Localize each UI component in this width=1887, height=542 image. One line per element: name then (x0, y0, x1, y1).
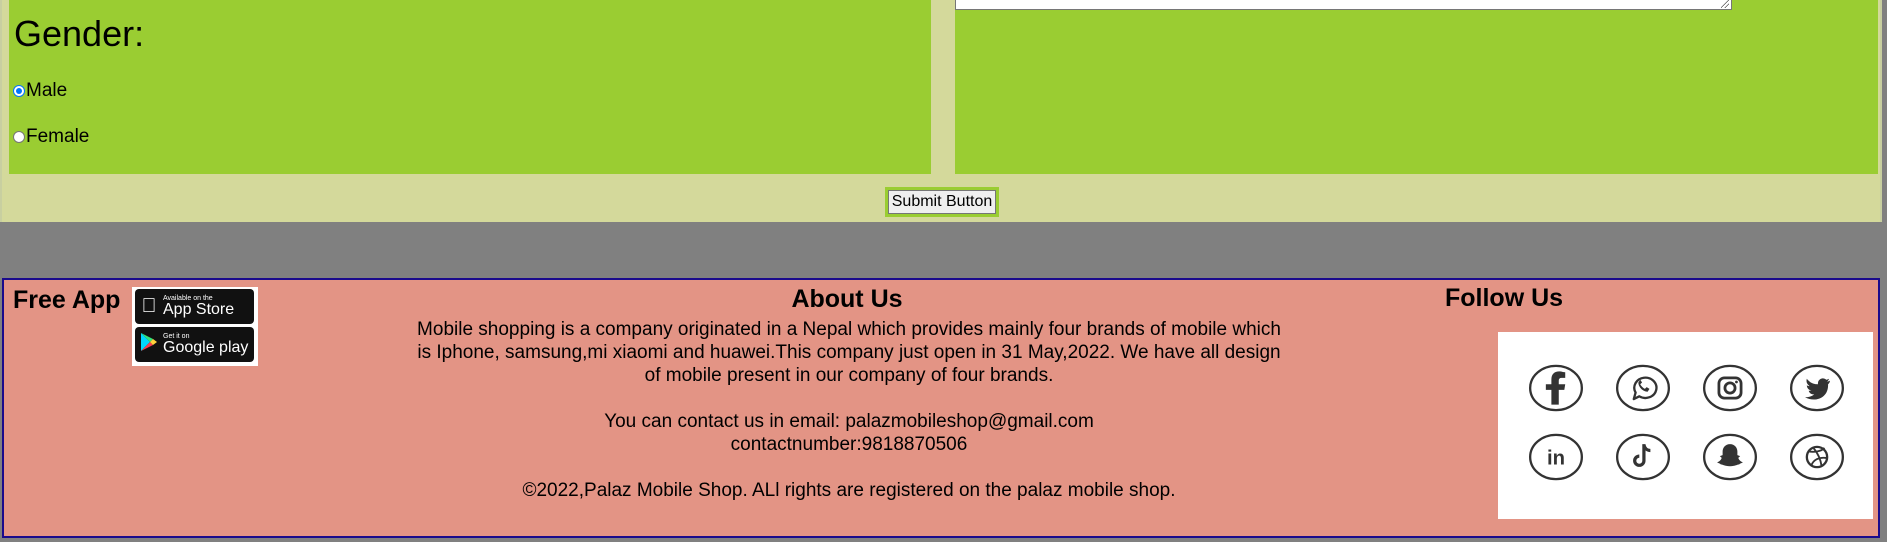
male-radio[interactable] (13, 85, 25, 97)
form-area: Gender: Male Female Submit Button (0, 0, 1882, 222)
tiktok-icon[interactable] (1615, 433, 1671, 481)
follow-title: Follow Us (1445, 284, 1564, 312)
svg-text:in: in (1547, 447, 1565, 469)
submit-button[interactable]: Submit Button (885, 187, 999, 217)
snapchat-icon[interactable] (1702, 433, 1758, 481)
dribbble-icon[interactable] (1789, 433, 1845, 481)
copyright: ©2022,Palaz Mobile Shop. ALl rights are … (522, 480, 1176, 501)
footer: Free App  Available on the App Store Ge… (2, 278, 1880, 538)
about-title: About Us (791, 285, 903, 313)
facebook-icon[interactable] (1528, 364, 1584, 412)
about-description: Mobile shopping is a company originated … (417, 319, 1281, 386)
female-label: Female (26, 126, 90, 147)
social-icons: in (1498, 332, 1873, 519)
google-play-badge[interactable]: Get it on Google play (135, 327, 254, 362)
male-label: Male (26, 80, 68, 101)
message-panel (955, 0, 1878, 174)
contact-info: You can contact us in email: palazmobile… (414, 410, 1284, 456)
gender-panel: Gender: Male Female (9, 0, 931, 174)
linkedin-icon[interactable]: in (1528, 433, 1584, 481)
gender-option-female[interactable]: Female (13, 126, 89, 148)
resize-grip-icon[interactable] (1721, 0, 1729, 8)
contact-number: contactnumber:9818870506 (730, 434, 968, 455)
google-play-icon (135, 332, 163, 358)
twitter-icon[interactable] (1789, 364, 1845, 412)
message-textarea[interactable] (955, 0, 1732, 10)
female-radio[interactable] (13, 131, 25, 143)
contact-email: You can contact us in email: palazmobile… (604, 411, 1094, 432)
gender-option-male[interactable]: Male (13, 80, 67, 102)
google-play-text: Google play (163, 339, 249, 356)
instagram-icon[interactable] (1702, 364, 1758, 412)
gender-title: Gender: (14, 13, 145, 54)
whatsapp-icon[interactable] (1615, 364, 1671, 412)
about-section: Mobile shopping is a company originated … (414, 318, 1284, 525)
